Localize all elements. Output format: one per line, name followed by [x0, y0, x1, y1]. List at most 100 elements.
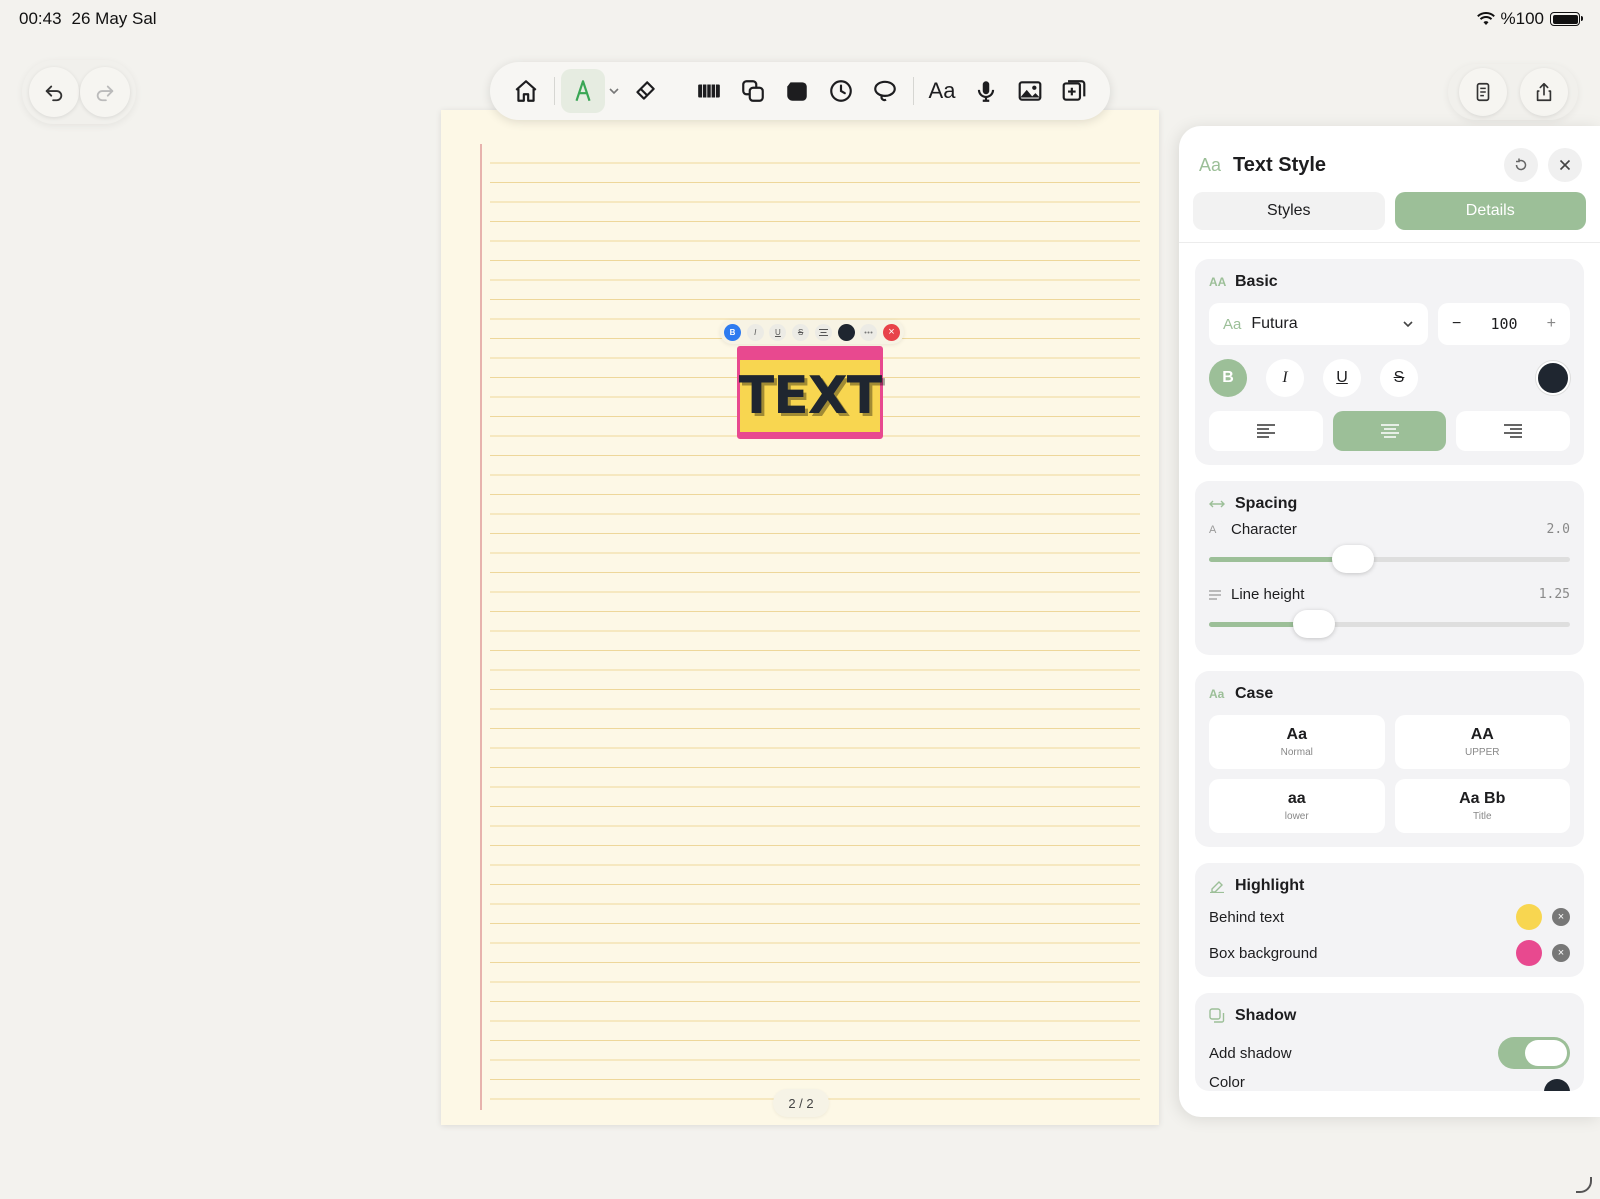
main-toolbar: Aa — [490, 62, 1110, 120]
add-page-button[interactable] — [1052, 69, 1096, 113]
battery-percent: %100 — [1500, 9, 1544, 28]
page-settings-button[interactable] — [1458, 68, 1507, 116]
align-center-button[interactable] — [1332, 411, 1447, 451]
tab-details[interactable]: Details — [1394, 192, 1586, 230]
mic-tool-button[interactable] — [964, 69, 1008, 113]
align-left-button[interactable] — [1209, 411, 1323, 451]
highlight-heading: Highlight — [1209, 877, 1570, 895]
case-title-button[interactable]: Aa Bb Title — [1394, 779, 1570, 833]
status-date: 26 May Sal — [71, 9, 157, 28]
text-box[interactable]: TEXT — [737, 346, 883, 439]
text-tool-button[interactable]: Aa — [920, 69, 964, 113]
panel-title: Text Style — [1233, 153, 1327, 176]
close-button[interactable] — [1548, 148, 1582, 182]
text-highlight: TEXT — [738, 359, 883, 432]
fill-tool-button[interactable] — [775, 69, 819, 113]
home-button[interactable] — [504, 69, 548, 113]
text-color-button[interactable] — [1536, 361, 1570, 395]
case-lower-button[interactable]: aa lower — [1209, 779, 1385, 833]
character-icon: A — [1209, 523, 1217, 536]
spacing-heading-label: Spacing — [1235, 495, 1298, 512]
align-right-icon — [1504, 424, 1523, 438]
resize-handle-icon — [1576, 1177, 1592, 1193]
character-spacing-slider[interactable] — [1209, 542, 1570, 576]
mini-strike-button[interactable]: S — [792, 323, 810, 341]
case-section: Aa Case Aa Normal AA UPPER aa lower Aa B… — [1195, 671, 1584, 847]
redo-icon — [96, 85, 113, 102]
lasso-tool-button[interactable] — [863, 69, 907, 113]
margin-line — [480, 144, 482, 1110]
marker-tool-button[interactable] — [687, 69, 731, 113]
text-tool: Aa — [928, 78, 956, 103]
highlighter-icon — [1210, 881, 1224, 893]
behind-text-color-button[interactable] — [1516, 904, 1542, 930]
character-slider-knob[interactable] — [1332, 545, 1375, 573]
mini-italic-button[interactable]: I — [746, 323, 764, 341]
share-button[interactable] — [1519, 68, 1568, 116]
align-right-button[interactable] — [1456, 411, 1571, 451]
chevron-down-icon — [609, 88, 619, 95]
font-select[interactable]: Aa Futura — [1209, 303, 1428, 345]
more-icon — [864, 331, 873, 333]
underline-button[interactable]: U — [1323, 359, 1361, 397]
text-style-panel: Aa Text Style Styles Details AA Basic Aa… — [1179, 126, 1600, 1117]
page-indicator[interactable]: 2 / 2 — [773, 1089, 829, 1117]
pen-tool-button[interactable] — [561, 69, 605, 113]
pen-options-button[interactable] — [605, 69, 623, 113]
strikethrough-button[interactable]: S — [1380, 359, 1418, 397]
undo-icon — [45, 85, 62, 102]
basic-icon: AA — [1209, 275, 1227, 289]
line-slider-knob[interactable] — [1292, 610, 1335, 638]
case-upper-button[interactable]: AA UPPER — [1394, 715, 1570, 769]
mini-color-button[interactable] — [837, 323, 855, 341]
box-background-label: Box background — [1209, 944, 1318, 962]
italic-button[interactable]: I — [1266, 359, 1304, 397]
bold-button[interactable]: B — [1209, 359, 1247, 397]
line-label: Line height — [1231, 586, 1305, 603]
reset-button[interactable] — [1504, 148, 1538, 182]
add-shadow-toggle[interactable] — [1498, 1037, 1570, 1069]
image-icon — [1018, 81, 1042, 101]
text-box-content: TEXT — [738, 365, 883, 426]
case-heading: Aa Case — [1209, 685, 1570, 703]
font-size-value: 100 — [1490, 315, 1518, 333]
character-value: 2.0 — [1546, 522, 1570, 537]
history-tool-button[interactable] — [819, 69, 863, 113]
mini-underline-button[interactable]: U — [769, 323, 787, 341]
shadow-heading-label: Shadow — [1235, 1007, 1297, 1024]
line-height-slider[interactable] — [1209, 607, 1570, 641]
clear-box-button[interactable]: × — [1552, 944, 1570, 962]
add-shadow-row: Add shadow — [1209, 1035, 1570, 1071]
shadow-icon — [1209, 1008, 1225, 1023]
close-icon — [1559, 159, 1571, 171]
notebook-page[interactable]: B I U S × TEXT 2 / 2 — [441, 110, 1159, 1125]
undo-button[interactable] — [28, 67, 79, 117]
history-icon — [830, 80, 852, 102]
panel-header: Aa Text Style — [1179, 126, 1600, 186]
box-background-row: Box background × — [1209, 935, 1570, 971]
mini-more-button[interactable] — [860, 323, 878, 341]
eraser-icon — [636, 81, 655, 100]
mini-bold-button[interactable]: B — [724, 323, 741, 341]
clear-behind-button[interactable]: × — [1552, 908, 1570, 926]
shapes-tool-button[interactable] — [731, 69, 775, 113]
size-decrease-button[interactable]: − — [1452, 315, 1461, 333]
share-icon — [1536, 82, 1551, 102]
pen-icon — [575, 80, 591, 102]
redo-button[interactable] — [79, 67, 130, 117]
mini-delete-button[interactable]: × — [882, 323, 900, 341]
tab-styles[interactable]: Styles — [1193, 192, 1385, 230]
shadow-heading: Shadow — [1209, 1007, 1570, 1025]
case-icon: Aa — [1209, 687, 1225, 701]
box-background-color-button[interactable] — [1516, 940, 1542, 966]
panel-tabs: Styles Details — [1179, 186, 1600, 243]
eraser-tool-button[interactable] — [623, 69, 667, 113]
case-normal-button[interactable]: Aa Normal — [1209, 715, 1385, 769]
size-increase-button[interactable]: + — [1547, 315, 1556, 333]
image-tool-button[interactable] — [1008, 69, 1052, 113]
alignment-row — [1209, 411, 1571, 451]
shadow-color-label: Color — [1209, 1074, 1245, 1091]
mini-align-button[interactable] — [814, 323, 832, 341]
case-heading-label: Case — [1235, 685, 1274, 702]
shadow-color-button[interactable] — [1544, 1079, 1570, 1091]
